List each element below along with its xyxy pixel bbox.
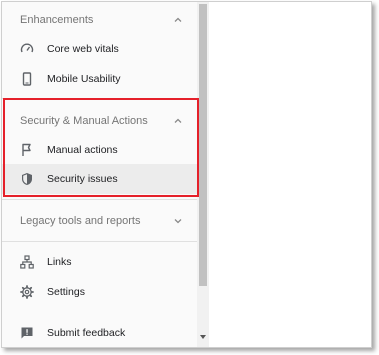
divider [2,98,197,99]
sidebar-item-manual-actions[interactable]: Manual actions [2,135,197,165]
shield-icon [22,173,32,185]
scroll-down-arrow-icon[interactable] [200,335,206,339]
flag-icon [22,143,31,156]
sidebar-item-label: Security issues [47,173,118,185]
sidebar-scrollbar[interactable] [197,2,209,347]
sidebar-item-label: Core web vitals [47,43,119,55]
sitemap-icon [20,255,34,269]
sidebar-item-label: Mobile Usability [47,73,121,85]
sidebar-nav: Enhancements Core web vitals Mobile Usab… [2,2,197,347]
chevron-up-icon [174,17,182,22]
section-header-enhancements[interactable]: Enhancements [2,5,197,35]
sidebar-item-mobile-usability[interactable]: Mobile Usability [2,64,197,94]
screenshot-frame: Enhancements Core web vitals Mobile Usab… [1,1,372,348]
sidebar-item-label: Settings [47,286,85,298]
section-header-security[interactable]: Security & Manual Actions [2,106,197,136]
chevron-down-icon [174,219,182,224]
section-title: Security & Manual Actions [20,115,148,127]
section-title: Enhancements [20,14,94,26]
scrollbar-thumb[interactable] [199,4,207,286]
feedback-icon [21,327,33,339]
main-content-area [209,2,371,347]
divider [2,241,197,242]
sidebar-item-label: Links [47,256,72,268]
sidebar-item-label: Submit feedback [47,327,126,339]
sidebar-item-core-web-vitals[interactable]: Core web vitals [2,34,197,64]
chevron-up-icon [174,118,182,123]
sidebar-item-security-issues[interactable]: Security issues [2,164,197,194]
speedometer-icon [20,43,34,53]
sidebar-item-label: Manual actions [47,144,118,156]
section-title: Legacy tools and reports [20,215,141,227]
gear-icon [20,285,34,299]
sidebar-item-submit-feedback[interactable]: Submit feedback [2,318,197,347]
sidebar-item-settings[interactable]: Settings [2,277,197,307]
smartphone-icon [22,72,32,86]
divider [2,199,197,200]
section-header-legacy-tools[interactable]: Legacy tools and reports [2,206,197,236]
sidebar-item-links[interactable]: Links [2,247,197,277]
